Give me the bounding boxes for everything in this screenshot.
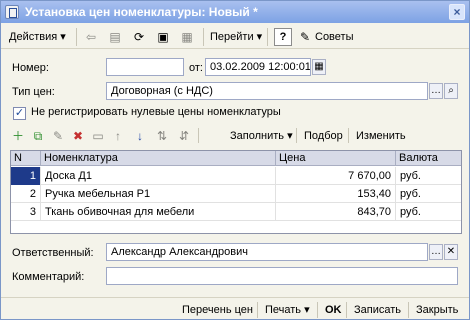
tips-button[interactable]: Советы — [315, 28, 353, 46]
chevron-down-icon: ▾ — [60, 31, 66, 43]
row-item: Ручка мебельная Р1 — [41, 185, 276, 203]
checkbox-label: Не регистрировать нулевые цены номенклат… — [31, 106, 281, 118]
copy-row-icon[interactable]: ⧉ — [30, 128, 46, 144]
items-table: N Номенклатура Цена Валюта 1 Доска Д1 7 … — [10, 150, 462, 234]
help-button[interactable]: ? — [274, 28, 292, 46]
divider — [76, 28, 77, 46]
divider — [296, 128, 297, 143]
divider — [267, 28, 268, 46]
close-icon[interactable]: × — [449, 4, 465, 20]
chevron-down-icon: ▾ — [256, 31, 263, 43]
goto-label: Перейти — [210, 31, 254, 43]
row-price: 843,70 — [276, 203, 396, 221]
row-price: 7 670,00 — [276, 167, 396, 185]
back-icon[interactable]: ⇦ — [83, 29, 99, 45]
price-type-label: Тип цен: — [12, 86, 55, 98]
list-icon[interactable]: ▤ — [107, 29, 123, 45]
help-icon: ? — [279, 31, 287, 43]
row-number: 3 — [11, 203, 41, 221]
from-label: от: — [189, 62, 203, 74]
price-list-button[interactable]: Перечень цен — [182, 302, 253, 318]
document-icon[interactable]: ▦ — [179, 29, 195, 45]
divider — [198, 128, 199, 143]
ok-button[interactable]: OK — [325, 302, 342, 318]
bottom-toolbar: Перечень цен Печать ▾ OK Записать Закрыт… — [1, 297, 469, 319]
number-label: Номер: — [12, 62, 49, 74]
sort-desc-icon[interactable]: ⇵ — [176, 128, 192, 144]
document-window: Установка цен номенклатуры: Новый * × Де… — [0, 0, 470, 320]
fill-menu[interactable]: Заполнить ▾ — [230, 128, 293, 144]
no-zero-prices-checkbox[interactable]: ✓ — [13, 107, 26, 120]
table-header: N Номенклатура Цена Валюта — [11, 151, 461, 166]
save-button[interactable]: Записать — [354, 302, 401, 318]
chevron-down-icon: ▾ — [287, 130, 293, 142]
goto-menu[interactable]: Перейти ▾ — [210, 28, 262, 46]
column-header-currency[interactable]: Валюта — [396, 151, 461, 166]
actions-menu[interactable]: Действия ▾ — [9, 28, 66, 46]
divider — [346, 302, 347, 318]
chevron-down-icon: ▾ — [304, 304, 310, 316]
edit-row-icon[interactable]: ✎ — [50, 128, 66, 144]
responsible-field[interactable]: Александр Александрович — [106, 243, 428, 261]
clear-icon[interactable]: ▭ — [90, 128, 106, 144]
table-row[interactable]: 3 Ткань обивочная для мебели 843,70 руб. — [11, 203, 461, 221]
move-up-icon[interactable]: ↑ — [110, 128, 126, 144]
divider — [257, 302, 258, 318]
row-number: 1 — [11, 167, 41, 185]
row-number: 2 — [11, 185, 41, 203]
divider — [408, 302, 409, 318]
title-bar[interactable]: Установка цен номенклатуры: Новый * × — [1, 1, 469, 23]
close-button[interactable]: Закрыть — [416, 302, 458, 318]
divider — [348, 128, 349, 143]
table-toolbar: ＋ ⧉ ✎ ✖ ▭ ↑ ↓ ⇅ ⇵ Заполнить ▾ Подбор Изм… — [10, 125, 465, 145]
actions-label: Действия — [9, 31, 58, 43]
change-button[interactable]: Изменить — [356, 128, 406, 144]
fill-label: Заполнить — [230, 130, 285, 142]
column-header-price[interactable]: Цена — [276, 151, 396, 166]
document-icon — [5, 5, 19, 19]
post-icon[interactable]: ▣ — [155, 29, 171, 45]
row-currency: руб. — [400, 188, 421, 200]
select-ellipsis-button[interactable]: … — [429, 244, 443, 260]
comment-label: Комментарий: — [12, 271, 85, 283]
row-currency: руб. — [400, 170, 421, 182]
divider — [203, 28, 204, 46]
refresh-icon[interactable]: ⟳ — [131, 29, 147, 45]
select-button[interactable]: Подбор — [304, 128, 343, 144]
print-label: Печать — [265, 304, 302, 316]
column-header-n[interactable]: N — [11, 151, 41, 166]
search-icon[interactable]: ⌕ — [444, 83, 458, 99]
delete-row-icon[interactable]: ✖ — [70, 128, 86, 144]
sort-asc-icon[interactable]: ⇅ — [154, 128, 170, 144]
add-row-icon[interactable]: ＋ — [10, 128, 26, 144]
number-field[interactable] — [106, 58, 184, 76]
print-menu[interactable]: Печать ▾ — [265, 302, 310, 318]
clear-icon[interactable]: ✕ — [444, 244, 458, 260]
tips-icon[interactable]: ✎ — [297, 29, 313, 45]
move-down-icon[interactable]: ↓ — [132, 128, 148, 144]
divider — [317, 302, 318, 318]
window-title: Установка цен номенклатуры: Новый * — [25, 5, 258, 19]
price-type-field[interactable]: Договорная (с НДС) — [106, 82, 428, 100]
row-currency: руб. — [400, 206, 421, 218]
column-header-item[interactable]: Номенклатура — [41, 151, 276, 166]
calendar-icon[interactable]: ▦ — [312, 59, 326, 75]
row-item: Доска Д1 — [41, 167, 276, 185]
row-item: Ткань обивочная для мебели — [41, 203, 276, 221]
table-row[interactable]: 1 Доска Д1 7 670,00 руб. — [11, 167, 461, 185]
comment-field[interactable] — [106, 267, 458, 285]
main-toolbar: Действия ▾ ⇦ ▤ ⟳ ▣ ▦ Перейти ▾ ? ✎ Совет… — [1, 24, 469, 49]
date-field[interactable]: 03.02.2009 12:00:01 — [205, 58, 311, 76]
table-row[interactable]: 2 Ручка мебельная Р1 153,40 руб. — [11, 185, 461, 203]
row-price: 153,40 — [276, 185, 396, 203]
responsible-label: Ответственный: — [12, 247, 94, 259]
select-ellipsis-button[interactable]: … — [429, 83, 443, 99]
